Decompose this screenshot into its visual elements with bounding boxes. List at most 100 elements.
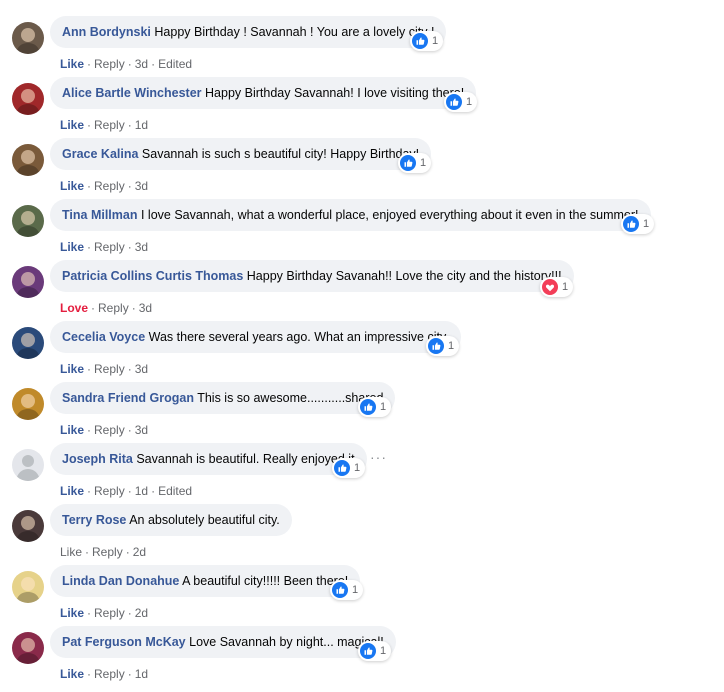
like-button[interactable]: Like <box>60 240 84 254</box>
reply-button[interactable]: Reply <box>94 606 125 620</box>
reaction-count[interactable]: 1 <box>332 458 366 478</box>
reply-button[interactable]: Reply <box>94 423 125 437</box>
avatar[interactable] <box>12 632 44 664</box>
avatar[interactable] <box>12 510 44 542</box>
avatar[interactable] <box>12 22 44 54</box>
separator-dot: · <box>87 118 92 132</box>
like-reaction-icon <box>360 643 376 659</box>
reply-button[interactable]: Reply <box>94 57 125 71</box>
like-button[interactable]: Like <box>60 423 84 437</box>
comment-author[interactable]: Terry Rose <box>62 513 126 527</box>
separator-dot: · <box>87 606 92 620</box>
comment-author[interactable]: Patricia Collins Curtis Thomas <box>62 269 243 283</box>
avatar[interactable] <box>12 144 44 176</box>
reaction-count[interactable]: 1 <box>621 214 655 234</box>
avatar[interactable] <box>12 266 44 298</box>
edited-label[interactable]: Edited <box>158 484 192 498</box>
comment-author[interactable]: Linda Dan Donahue <box>62 574 179 588</box>
separator-dot: · <box>85 545 90 559</box>
avatar[interactable] <box>12 449 44 481</box>
like-button[interactable]: Like <box>60 667 84 681</box>
comment-timestamp[interactable]: 3d <box>135 240 148 254</box>
reaction-count[interactable]: 1 <box>330 580 364 600</box>
reply-button[interactable]: Reply <box>92 545 123 559</box>
reaction-count-number: 1 <box>380 401 387 413</box>
separator-dot: · <box>87 423 92 437</box>
like-button[interactable]: Like <box>60 57 84 71</box>
comment-bubble: Patricia Collins Curtis Thomas Happy Bir… <box>50 260 574 292</box>
reply-button[interactable]: Reply <box>94 667 125 681</box>
comment-text: Love Savannah by night... magical! <box>189 635 384 649</box>
like-button[interactable]: Like <box>60 118 84 132</box>
like-reaction-icon <box>332 582 348 598</box>
comment-timestamp[interactable]: 3d <box>135 362 148 376</box>
comment-author[interactable]: Joseph Rita <box>62 452 133 466</box>
separator-dot: · <box>125 545 130 559</box>
comment-bubble: Linda Dan Donahue A beautiful city!!!!! … <box>50 565 361 597</box>
comment-timestamp[interactable]: 1d <box>135 667 148 681</box>
avatar[interactable] <box>12 83 44 115</box>
avatar[interactable] <box>12 205 44 237</box>
comment-text: An absolutely beautiful city. <box>129 513 280 527</box>
like-button[interactable]: Like <box>60 362 84 376</box>
like-button[interactable]: Like <box>60 179 84 193</box>
reply-button[interactable]: Reply <box>98 301 129 315</box>
comment-timestamp[interactable]: 1d <box>135 118 148 132</box>
like-reaction-icon <box>334 460 350 476</box>
reaction-count[interactable]: 1 <box>398 153 432 173</box>
reply-button[interactable]: Reply <box>94 118 125 132</box>
edited-label[interactable]: Edited <box>158 57 192 71</box>
comment-timestamp[interactable]: 3d <box>135 423 148 437</box>
comment-timestamp[interactable]: 3d <box>135 57 148 71</box>
comment-author[interactable]: Alice Bartle Winchester <box>62 86 202 100</box>
reaction-count-number: 1 <box>562 281 569 293</box>
comment-author[interactable]: Cecelia Voyce <box>62 330 145 344</box>
more-options-icon[interactable]: ··· <box>370 449 387 465</box>
comment-actions: Like · Reply · 3d <box>60 179 148 193</box>
reaction-count-number: 1 <box>380 645 387 657</box>
reply-button[interactable]: Reply <box>94 484 125 498</box>
avatar[interactable] <box>12 571 44 603</box>
like-button[interactable]: Like <box>60 606 84 620</box>
separator-dot: · <box>127 240 132 254</box>
comment-author[interactable]: Grace Kalina <box>62 147 138 161</box>
comment-bubble: Joseph Rita Savannah is beautiful. Reall… <box>50 443 367 475</box>
comment-timestamp[interactable]: 2d <box>133 545 146 559</box>
comment-actions: Like · Reply · 1d · Edited <box>60 484 192 498</box>
separator-dot: · <box>127 179 132 193</box>
comment-text: Savannah is beautiful. Really enjoyed it <box>136 452 355 466</box>
reaction-count[interactable]: 1 <box>410 31 444 51</box>
reaction-count[interactable]: 1 <box>358 397 392 417</box>
reply-button[interactable]: Reply <box>94 362 125 376</box>
like-reaction-icon <box>428 338 444 354</box>
comment-bubble: Cecelia Voyce Was there several years ag… <box>50 321 461 353</box>
separator-dot: · <box>87 484 92 498</box>
reaction-count[interactable]: 1 <box>426 336 460 356</box>
comment-author[interactable]: Sandra Friend Grogan <box>62 391 194 405</box>
comment-timestamp[interactable]: 1d <box>135 484 148 498</box>
reaction-count-number: 1 <box>643 218 650 230</box>
separator-dot: · <box>131 301 136 315</box>
love-reaction-icon <box>542 279 558 295</box>
comment-author[interactable]: Tina Millman <box>62 208 137 222</box>
separator-dot: · <box>127 118 132 132</box>
reaction-count[interactable]: 1 <box>444 92 478 112</box>
reply-button[interactable]: Reply <box>94 240 125 254</box>
comment-author[interactable]: Pat Ferguson McKay <box>62 635 186 649</box>
reply-button[interactable]: Reply <box>94 179 125 193</box>
like-button[interactable]: Like <box>60 545 82 559</box>
separator-dot: · <box>127 423 132 437</box>
reaction-count-number: 1 <box>432 35 439 47</box>
love-button[interactable]: Love <box>60 301 88 315</box>
separator-dot: · <box>87 362 92 376</box>
comment-timestamp[interactable]: 2d <box>135 606 148 620</box>
reaction-count[interactable]: 1 <box>358 641 392 661</box>
avatar[interactable] <box>12 388 44 420</box>
like-button[interactable]: Like <box>60 484 84 498</box>
reaction-count[interactable]: 1 <box>540 277 574 297</box>
comment-timestamp[interactable]: 3d <box>135 179 148 193</box>
comment-author[interactable]: Ann Bordynski <box>62 25 151 39</box>
separator-dot: · <box>127 484 132 498</box>
comment-timestamp[interactable]: 3d <box>139 301 152 315</box>
avatar[interactable] <box>12 327 44 359</box>
